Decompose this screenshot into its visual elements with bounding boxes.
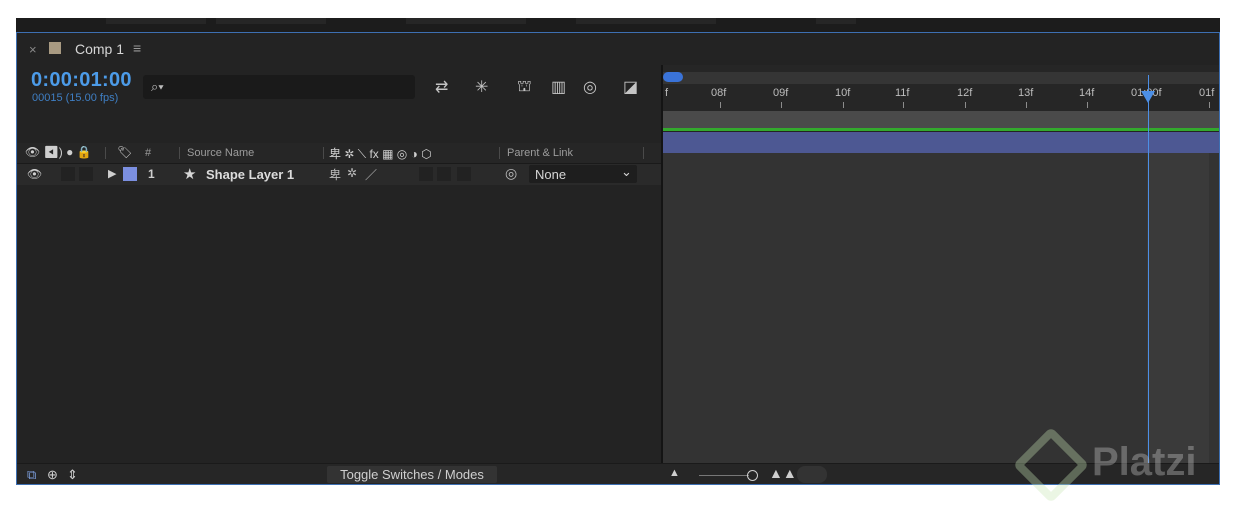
zoom-in-icon[interactable]: ▲▲ <box>769 465 797 481</box>
ruler-tick-label: 12f <box>957 87 973 99</box>
shy-switch-icon[interactable]: 卑 <box>329 166 341 183</box>
ruler-tick-label: f <box>665 87 669 99</box>
frame-blending-icon[interactable]: ▥ <box>551 77 566 97</box>
current-time-indicator-line[interactable] <box>1148 75 1149 463</box>
timeline-panel: × Comp 1 ≡ 0:00:01:00 00015 (15.00 fps) … <box>16 32 1220 485</box>
work-area-bar[interactable] <box>663 111 1219 129</box>
solo-toggle[interactable] <box>61 167 75 181</box>
frame-count-display: 00015 (15.00 fps) <box>32 92 119 104</box>
parent-value: None <box>535 167 567 182</box>
render-cache-bar <box>663 128 1219 131</box>
ruler-tick-label: 11f <box>895 87 910 99</box>
lock-toggle[interactable] <box>79 167 93 181</box>
switch-slot[interactable] <box>457 167 471 181</box>
switch-slot[interactable] <box>419 167 433 181</box>
ruler-tick-label: 08f <box>711 87 727 99</box>
shape-layer-star-icon: ★ <box>183 166 197 183</box>
panel-menu-icon[interactable]: ≡ <box>133 40 141 56</box>
column-number[interactable]: # <box>145 147 151 159</box>
layer-number: 1 <box>148 167 155 181</box>
parent-pickwhip-icon[interactable]: ◎ <box>505 165 517 182</box>
graph-editor-icon[interactable]: ◪ <box>623 77 638 97</box>
collapse-switch-icon[interactable]: ✲ <box>347 166 357 180</box>
chevron-down-icon: ⌄ <box>621 164 632 179</box>
platzi-watermark: Platzi <box>1012 426 1236 508</box>
transfer-controls-pane-icon[interactable]: ⊕ <box>47 467 58 483</box>
ruler-tick-label: 10f <box>835 87 851 99</box>
layer-outline-pane: 0:00:01:00 00015 (15.00 fps) ⌕▾ ⇄ ✳ ⛫ ▥ … <box>17 65 661 463</box>
ruler-tick-label: 13f <box>1018 87 1034 99</box>
empty-timeline-area <box>663 153 1219 463</box>
time-ruler[interactable]: f 08f 09f 10f 11f 12f 13f 14f 01:00f 01f <box>663 65 1219 111</box>
toggle-switches-modes-button[interactable]: Toggle Switches / Modes <box>327 466 497 483</box>
tab-bar: × Comp 1 ≡ <box>17 33 1219 65</box>
close-tab-icon[interactable]: × <box>29 42 37 57</box>
shy-layers-icon[interactable]: ⛫ <box>517 77 532 97</box>
parent-dropdown[interactable]: None ⌄ <box>529 164 637 183</box>
current-time-indicator-handle[interactable] <box>1141 91 1155 103</box>
column-source-name[interactable]: Source Name <box>187 147 254 159</box>
layer-switches-pane-icon[interactable]: ⧉ <box>27 467 36 483</box>
beyond-comp-end-area <box>1147 153 1209 463</box>
in-out-pane-icon[interactable]: ⇕ <box>67 467 78 483</box>
layer-duration-bar[interactable] <box>663 132 1219 153</box>
av-features-icons[interactable]: 👁 ◀) ● 🔒 <box>25 145 92 159</box>
ruler-tick-label: 01f <box>1199 87 1215 99</box>
comp-color-swatch <box>49 42 61 54</box>
comp-mini-flowchart-icon[interactable]: ⇄ <box>435 77 448 97</box>
switch-slot[interactable] <box>437 167 451 181</box>
ruler-tick-label: 14f <box>1079 87 1095 99</box>
top-strip <box>16 18 1220 32</box>
timeline-graph-pane: f 08f 09f 10f 11f 12f 13f 14f 01:00f 01f <box>663 65 1219 463</box>
layer-name[interactable]: Shape Layer 1 <box>206 167 294 182</box>
platzi-logo-icon <box>1012 426 1090 504</box>
motion-blur-icon[interactable]: ◎ <box>583 77 597 97</box>
time-navigator-handle[interactable] <box>663 72 683 82</box>
label-tag-icon[interactable]: 🏷 <box>117 145 132 159</box>
zoom-out-icon[interactable]: ▲ <box>669 467 680 479</box>
video-visibility-eye-icon[interactable]: 👁 <box>27 167 42 181</box>
quality-switch-icon[interactable]: ／ <box>365 166 377 183</box>
column-parent-link[interactable]: Parent & Link <box>507 147 573 159</box>
watermark-text: Platzi <box>1092 440 1197 484</box>
ruler-tick-label: 09f <box>773 87 789 99</box>
column-header-row: 👁 ◀) ● 🔒 🏷 # Source Name 卑 ✲ ⟍ fx ▦ ◎ ◑ … <box>17 143 661 164</box>
expand-triangle-icon[interactable]: ▶ <box>108 167 116 180</box>
time-navigator-bar[interactable] <box>663 72 1219 84</box>
timeline-scrollbar-thumb[interactable] <box>797 466 827 483</box>
layer-label-color[interactable] <box>123 167 137 181</box>
tab-comp-1[interactable]: Comp 1 <box>75 41 124 57</box>
draft-3d-icon[interactable]: ✳ <box>475 77 488 97</box>
layer-search-input[interactable]: ⌕▾ <box>143 75 415 99</box>
current-time-display[interactable]: 0:00:01:00 <box>31 69 132 92</box>
layer-row[interactable]: 👁 ▶ 1 ★ Shape Layer 1 卑 ✲ ／ ◎ None ⌄ <box>17 164 661 185</box>
switches-column-icons[interactable]: 卑 ✲ ⟍ fx ▦ ◎ ◑ ⬡ <box>329 145 432 162</box>
zoom-slider-track[interactable] <box>699 475 749 476</box>
zoom-slider-knob[interactable] <box>747 470 758 481</box>
search-icon: ⌕▾ <box>151 79 164 94</box>
